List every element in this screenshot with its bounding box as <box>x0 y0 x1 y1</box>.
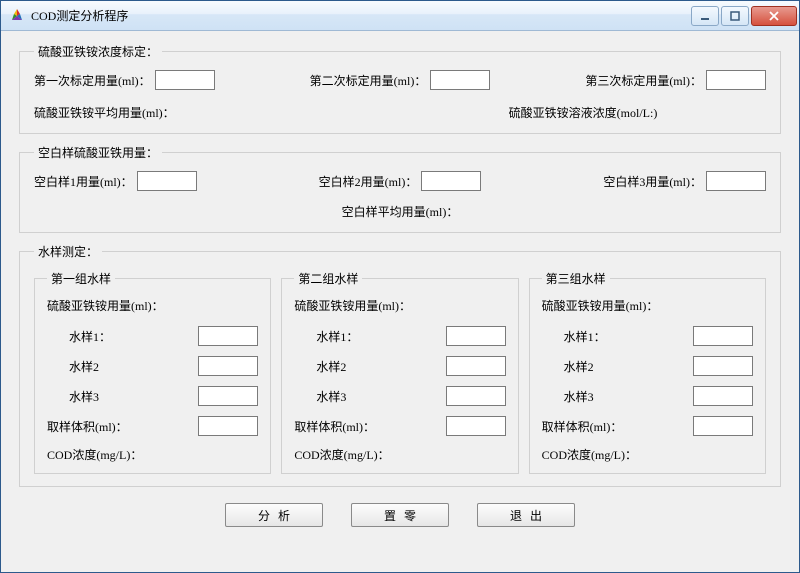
sg2-head: 硫酸亚铁铵用量(ml)： <box>294 299 411 313</box>
sg3-s2-input[interactable] <box>693 356 753 376</box>
calib1-input[interactable] <box>155 70 215 90</box>
sg2-s3-input[interactable] <box>446 386 506 406</box>
sg1-s2-label: 水样2 <box>47 358 192 375</box>
exit-button[interactable]: 退出 <box>477 503 575 527</box>
blank1-input[interactable] <box>137 171 197 191</box>
calib3-label: 第三次标定用量(ml)： <box>585 72 702 89</box>
sg2-s1-input[interactable] <box>446 326 506 346</box>
sg3-s3-label: 水样3 <box>542 388 687 405</box>
sg3-s2-label: 水样2 <box>542 358 687 375</box>
calib-conc-label: 硫酸亚铁铵溶液浓度(mol/L:) <box>509 106 658 120</box>
analyze-button[interactable]: 分析 <box>225 503 323 527</box>
sg3-s3-input[interactable] <box>693 386 753 406</box>
sg1-s1-input[interactable] <box>198 326 258 346</box>
sg1-s3-input[interactable] <box>198 386 258 406</box>
samples-legend: 水样测定： <box>34 243 102 260</box>
sg3-vol-input[interactable] <box>693 416 753 436</box>
samples-group: 水样测定： 第一组水样 硫酸亚铁铵用量(ml)： 水样1： 水样2 水样3 取样… <box>19 243 781 487</box>
button-row: 分析 置零 退出 <box>19 497 781 527</box>
calib2-label: 第二次标定用量(ml)： <box>310 72 427 89</box>
calib3-input[interactable] <box>706 70 766 90</box>
sg2-cod-label: COD浓度(mg/L)： <box>294 446 505 463</box>
blank3-input[interactable] <box>706 171 766 191</box>
sg3-head: 硫酸亚铁铵用量(ml)： <box>542 299 659 313</box>
maximize-button[interactable] <box>721 6 749 26</box>
sample-group-2-legend: 第二组水样 <box>294 270 362 287</box>
sg2-vol-label: 取样体积(ml)： <box>294 418 439 435</box>
blank2-label: 空白样2用量(ml)： <box>319 173 418 190</box>
sg2-s1-label: 水样1： <box>294 328 439 345</box>
calib1-label: 第一次标定用量(ml)： <box>34 72 151 89</box>
sg1-vol-label: 取样体积(ml)： <box>47 418 192 435</box>
sg1-vol-input[interactable] <box>198 416 258 436</box>
sg1-s2-input[interactable] <box>198 356 258 376</box>
titlebar: COD测定分析程序 <box>1 1 799 31</box>
close-button[interactable] <box>751 6 797 26</box>
blank-legend: 空白样硫酸亚铁用量： <box>34 144 162 161</box>
blank2-input[interactable] <box>421 171 481 191</box>
reset-button[interactable]: 置零 <box>351 503 449 527</box>
client-area: 硫酸亚铁铵浓度标定： 第一次标定用量(ml)： 第二次标定用量(ml)： 第三次… <box>1 31 799 572</box>
sg3-cod-label: COD浓度(mg/L)： <box>542 446 753 463</box>
window-title: COD测定分析程序 <box>31 7 691 24</box>
calib2-input[interactable] <box>430 70 490 90</box>
sg1-s1-label: 水样1： <box>47 328 192 345</box>
blank1-label: 空白样1用量(ml)： <box>34 173 133 190</box>
sample-group-3: 第三组水样 硫酸亚铁铵用量(ml)： 水样1： 水样2 水样3 取样体积(ml)… <box>529 270 766 474</box>
sg2-vol-input[interactable] <box>446 416 506 436</box>
window-buttons <box>691 6 797 26</box>
blank-group: 空白样硫酸亚铁用量： 空白样1用量(ml)： 空白样2用量(ml)： 空白样3用… <box>19 144 781 233</box>
sg2-s2-label: 水样2 <box>294 358 439 375</box>
sample-group-2: 第二组水样 硫酸亚铁铵用量(ml)： 水样1： 水样2 水样3 取样体积(ml)… <box>281 270 518 474</box>
sg2-s3-label: 水样3 <box>294 388 439 405</box>
sg1-head: 硫酸亚铁铵用量(ml)： <box>47 299 164 313</box>
sg1-s3-label: 水样3 <box>47 388 192 405</box>
blank-avg-label: 空白样平均用量(ml)： <box>342 205 459 219</box>
blank3-label: 空白样3用量(ml)： <box>603 173 702 190</box>
sample-group-3-legend: 第三组水样 <box>542 270 610 287</box>
calibration-group: 硫酸亚铁铵浓度标定： 第一次标定用量(ml)： 第二次标定用量(ml)： 第三次… <box>19 43 781 134</box>
sg3-vol-label: 取样体积(ml)： <box>542 418 687 435</box>
minimize-button[interactable] <box>691 6 719 26</box>
sg1-cod-label: COD浓度(mg/L)： <box>47 446 258 463</box>
sg3-s1-input[interactable] <box>693 326 753 346</box>
calib-avg-label: 硫酸亚铁铵平均用量(ml)： <box>34 106 175 120</box>
app-icon <box>9 8 25 24</box>
sg3-s1-label: 水样1： <box>542 328 687 345</box>
calibration-legend: 硫酸亚铁铵浓度标定： <box>34 43 162 60</box>
sample-group-1: 第一组水样 硫酸亚铁铵用量(ml)： 水样1： 水样2 水样3 取样体积(ml)… <box>34 270 271 474</box>
sample-group-1-legend: 第一组水样 <box>47 270 115 287</box>
sg2-s2-input[interactable] <box>446 356 506 376</box>
app-window: COD测定分析程序 硫酸亚铁铵浓度标定： 第一次标定用量(ml)： <box>0 0 800 573</box>
